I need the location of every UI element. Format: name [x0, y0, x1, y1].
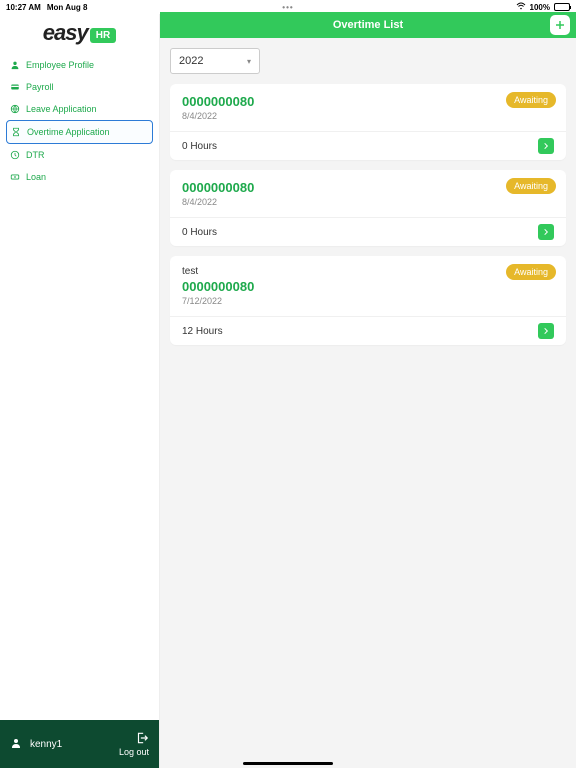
clock-icon: [10, 150, 20, 160]
sidebar-item-employee-profile[interactable]: Employee Profile: [6, 54, 153, 76]
sidebar-item-loan[interactable]: Loan: [6, 166, 153, 188]
sidebar-item-dtr[interactable]: DTR: [6, 144, 153, 166]
chevron-down-icon: ▾: [247, 57, 251, 66]
card-id: 0000000080: [182, 279, 554, 294]
sidebar-item-label: DTR: [26, 150, 45, 160]
status-badge: Awaiting: [506, 178, 556, 194]
card-hours: 0 Hours: [182, 227, 217, 238]
year-value: 2022: [179, 55, 203, 67]
status-time: 10:27 AM: [6, 3, 41, 12]
status-date: Mon Aug 8: [47, 3, 88, 12]
sidebar-footer: kenny1 Log out: [0, 720, 159, 768]
chevron-right-icon: [542, 327, 550, 335]
status-dots: •••: [282, 3, 293, 12]
logout-button[interactable]: Log out: [119, 731, 149, 757]
hourglass-icon: [11, 127, 21, 137]
wifi-icon: [516, 2, 526, 12]
card-date: 8/4/2022: [182, 111, 554, 121]
sidebar-item-label: Employee Profile: [26, 60, 94, 70]
year-select[interactable]: 2022 ▾: [170, 48, 260, 74]
add-button[interactable]: [550, 15, 570, 35]
sidebar-item-label: Overtime Application: [27, 127, 110, 137]
money-icon: [10, 172, 20, 182]
overtime-card: Awaiting 0000000080 8/4/2022 0 Hours: [170, 84, 566, 160]
person-icon: [10, 60, 20, 70]
user-name: kenny1: [30, 739, 62, 750]
sidebar-item-overtime[interactable]: Overtime Application: [6, 120, 153, 144]
logout-icon: [135, 731, 149, 745]
sidebar-item-label: Payroll: [26, 82, 54, 92]
globe-icon: [10, 104, 20, 114]
sidebar-item-label: Loan: [26, 172, 46, 182]
main: Overtime List 2022 ▾ Awaiting 0000000080…: [160, 14, 576, 768]
card-id: 0000000080: [182, 180, 554, 195]
user-icon: [10, 737, 22, 752]
overtime-card: Awaiting 0000000080 8/4/2022 0 Hours: [170, 170, 566, 246]
overtime-card: Awaiting test 0000000080 7/12/2022 12 Ho…: [170, 256, 566, 345]
user-block[interactable]: kenny1: [10, 737, 62, 752]
sidebar-item-label: Leave Application: [26, 104, 97, 114]
logo-badge: HR: [90, 28, 116, 43]
card-hours: 0 Hours: [182, 141, 217, 152]
home-indicator: [243, 762, 333, 765]
nav: Employee Profile Payroll Leave Applicati…: [0, 50, 159, 188]
card-date: 8/4/2022: [182, 197, 554, 207]
battery-pct: 100%: [530, 3, 550, 12]
battery-icon: [554, 3, 570, 11]
open-button[interactable]: [538, 224, 554, 240]
open-button[interactable]: [538, 138, 554, 154]
chevron-right-icon: [542, 142, 550, 150]
status-badge: Awaiting: [506, 92, 556, 108]
sidebar-item-leave[interactable]: Leave Application: [6, 98, 153, 120]
chevron-right-icon: [542, 228, 550, 236]
card-icon: [10, 82, 20, 92]
logo-text: easy: [43, 20, 88, 45]
status-badge: Awaiting: [506, 264, 556, 280]
logo: easyHR: [0, 14, 159, 50]
card-date: 7/12/2022: [182, 296, 554, 306]
sidebar: easyHR Employee Profile Payroll Leave Ap…: [0, 14, 160, 768]
card-id: 0000000080: [182, 94, 554, 109]
open-button[interactable]: [538, 323, 554, 339]
header: Overtime List: [160, 12, 576, 38]
card-hours: 12 Hours: [182, 326, 223, 337]
page-title: Overtime List: [333, 19, 403, 31]
plus-icon: [554, 19, 566, 31]
logout-label: Log out: [119, 747, 149, 757]
sidebar-item-payroll[interactable]: Payroll: [6, 76, 153, 98]
card-title: test: [182, 266, 554, 277]
content: 2022 ▾ Awaiting 0000000080 8/4/2022 0 Ho…: [160, 38, 576, 365]
